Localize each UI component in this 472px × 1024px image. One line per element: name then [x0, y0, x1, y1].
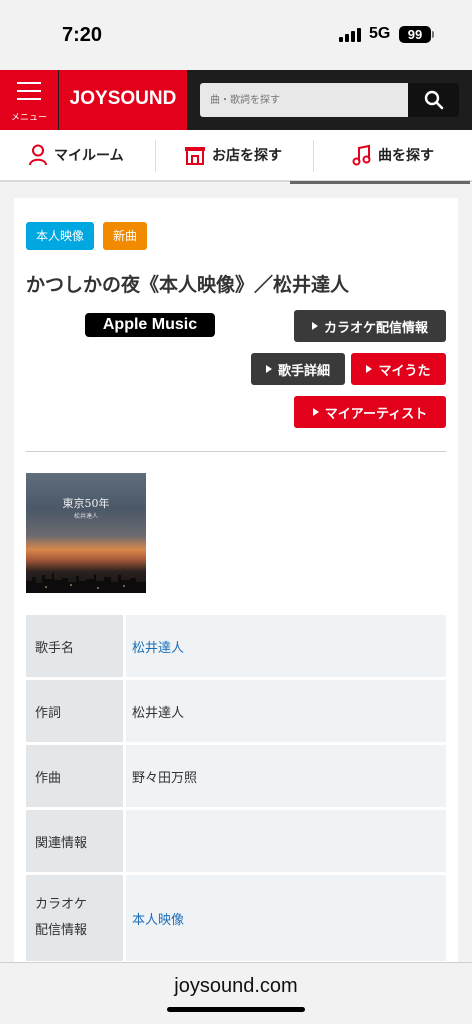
artist-detail-button[interactable]: 歌手詳細 — [251, 353, 345, 385]
info-value — [126, 810, 446, 872]
info-label-line: 配信情報 — [35, 923, 88, 938]
arrow-right-icon — [366, 365, 373, 373]
table-row: 関連情報 — [26, 810, 446, 872]
arrow-right-icon — [312, 408, 319, 416]
karaoke-info-link[interactable]: 本人映像 — [126, 875, 446, 961]
nav-active-indicator — [290, 181, 470, 184]
karaoke-info-button[interactable]: カラオケ配信情報 — [294, 310, 446, 342]
table-row: 作曲 野々田万照 — [26, 745, 446, 807]
song-title: かつしかの夜《本人映像》／松井達人 — [26, 274, 350, 296]
arrow-right-icon — [311, 322, 318, 330]
url-text[interactable]: joysound.com — [0, 975, 472, 998]
my-uta-label: マイうた — [378, 363, 431, 379]
badge-honnin-eizo: 本人映像 — [26, 222, 95, 250]
divider — [26, 451, 446, 452]
signal-icon — [339, 28, 363, 42]
table-row: 歌手名 松井達人 — [26, 615, 446, 677]
city-skyline-image — [26, 573, 146, 593]
apple-music-button[interactable]: Apple Music — [85, 313, 215, 337]
search-input[interactable] — [200, 83, 408, 117]
battery-tip — [432, 31, 434, 38]
network-type: 5G — [369, 25, 391, 42]
karaoke-info-label: カラオケ配信情報 — [323, 320, 428, 336]
nav-myroom-label: マイルーム — [54, 148, 124, 164]
artist-detail-label: 歌手詳細 — [277, 363, 330, 379]
site-header: メニュー JOYSOUND — [0, 70, 472, 130]
search-box — [200, 83, 408, 117]
nav-find-store[interactable]: お店を探す — [184, 130, 282, 180]
menu-button[interactable]: メニュー — [0, 70, 58, 130]
info-label: 作詞 — [26, 680, 123, 742]
nav-find-song[interactable]: 曲を探す — [352, 130, 434, 180]
status-bar: 7:20 5G 99 — [0, 0, 472, 70]
nav-separator — [313, 140, 314, 172]
info-label: 作曲 — [26, 745, 123, 807]
nav-separator — [155, 140, 156, 172]
song-info-table: 歌手名 松井達人 作詞 松井達人 作曲 野々田万照 関連情報 カラオケ 配信情報… — [26, 615, 446, 964]
info-label: 歌手名 — [26, 615, 123, 677]
my-artist-label: マイアーティスト — [324, 406, 428, 422]
home-indicator[interactable] — [167, 1007, 305, 1012]
album-jacket: 東京50年 松井達人 — [26, 473, 146, 593]
arrow-right-icon — [265, 365, 272, 373]
battery-icon: 99 — [399, 26, 431, 43]
nav-find-store-label: お店を探す — [212, 148, 282, 164]
my-uta-button[interactable]: マイうた — [351, 353, 446, 385]
person-icon — [29, 144, 47, 166]
store-icon — [185, 147, 205, 165]
search-icon — [424, 90, 443, 110]
info-label: カラオケ 配信情報 — [26, 875, 123, 961]
nav-find-song-label: 曲を探す — [378, 148, 434, 164]
info-label-line: カラオケ — [35, 897, 88, 912]
table-row: 作詞 松井達人 — [26, 680, 446, 742]
my-artist-button[interactable]: マイアーティスト — [294, 396, 446, 428]
table-row: カラオケ 配信情報 本人映像 — [26, 875, 446, 961]
artist-link[interactable]: 松井達人 — [126, 615, 446, 677]
menu-label: メニュー — [10, 113, 47, 123]
song-card: 本人映像 新曲 かつしかの夜《本人映像》／松井達人 Apple Music カラ… — [14, 198, 458, 978]
info-value: 松井達人 — [126, 680, 446, 742]
nav-myroom[interactable]: マイルーム — [28, 130, 124, 180]
info-value: 野々田万照 — [126, 745, 446, 807]
logo-link[interactable]: JOYSOUND — [59, 70, 187, 130]
info-label: 関連情報 — [26, 810, 123, 872]
search-button[interactable] — [408, 83, 459, 117]
logo: JOYSOUND — [69, 88, 177, 109]
badge-new-song: 新曲 — [103, 222, 148, 250]
music-note-icon — [352, 144, 371, 166]
hamburger-icon — [17, 82, 41, 106]
status-time: 7:20 — [62, 24, 103, 46]
jacket-artist: 松井達人 — [73, 513, 98, 520]
main-nav: マイルーム お店を探す 曲を探す — [0, 130, 472, 182]
browser-url-bar: joysound.com — [0, 962, 472, 1024]
jacket-title: 東京50年 — [62, 497, 110, 510]
